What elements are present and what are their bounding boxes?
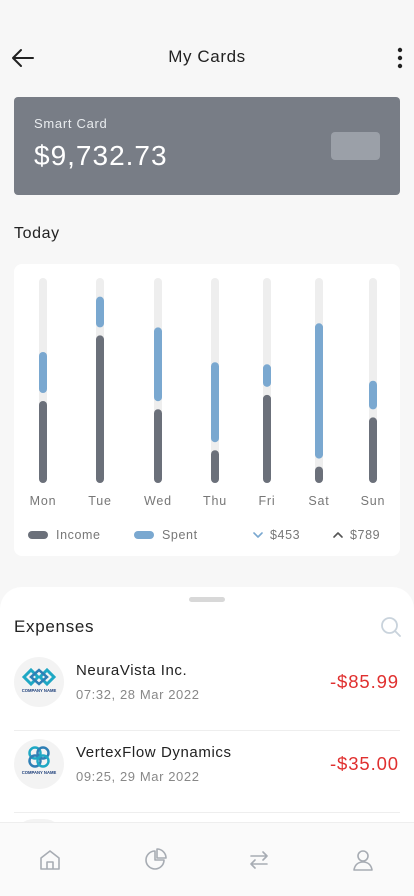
day-label: Mon [30,494,57,508]
day-label: Fri [259,494,276,508]
list-item[interactable]: COMPANY NAME VertexFlow Dynamics 09:25, … [0,731,414,813]
chevron-up-icon [333,532,343,538]
legend-income-label: Income [56,528,101,542]
weekly-chart-card: Mon Tue Wed Thu Fri Sat Sun Income Spent $453 [14,264,400,556]
income-bar [369,417,377,483]
logo-caption: COMPANY NAME [22,688,57,693]
more-vertical-icon [397,47,403,69]
legend-income: Income [28,528,101,542]
spent-bar [96,296,104,328]
expenses-heading: Expenses [14,617,95,636]
spent-bar [39,352,47,393]
tab-transfer[interactable] [246,847,272,873]
card-balance: $9,732.73 [34,140,168,171]
company-logo-icon: COMPANY NAME [22,746,57,775]
transaction-datetime: 07:32, 28 Mar 2022 [76,687,200,702]
chevron-down-icon [253,532,263,538]
smart-card[interactable]: Smart Card $9,732.73 [14,97,400,195]
legend-min-value: $453 [270,528,301,542]
income-bar [154,409,162,483]
transaction-datetime: 09:25, 29 Mar 2022 [76,769,200,784]
income-bar [263,394,271,483]
sheet-grabber[interactable] [189,597,225,602]
day-label: Tue [88,494,111,508]
day-label: Thu [203,494,227,508]
user-icon [353,850,373,871]
pie-chart-icon [145,848,167,870]
day-label: Wed [144,494,172,508]
today-heading: Today [14,225,60,242]
spent-bar [263,364,271,387]
weekly-bar-chart: Mon Tue Wed Thu Fri Sat Sun [30,278,386,508]
company-logo-icon: COMPANY NAME [22,667,57,693]
day-label: Sat [308,494,329,508]
tab-profile[interactable] [350,847,376,873]
card-chip-icon [331,132,380,160]
divider [14,812,400,813]
tab-statistics[interactable] [142,847,168,873]
legend-spent: Spent [134,528,198,542]
company-logo: COMPANY NAME [14,657,64,707]
spent-bar [369,380,377,410]
transaction-name: VertexFlow Dynamics [76,744,232,761]
home-icon [40,850,60,870]
search-icon [381,617,401,637]
page-title: My Cards [168,47,246,66]
transaction-amount: -$35.00 [329,753,399,774]
income-swatch [28,531,48,539]
spent-bar [315,323,323,459]
transfer-icon [250,851,268,869]
spent-bar [211,362,219,443]
tab-home[interactable] [37,847,63,873]
legend-spent-label: Spent [162,528,198,542]
logo-caption: COMPANY NAME [22,770,57,775]
transaction-amount: -$85.99 [329,671,399,692]
list-item[interactable]: COMPANY NAME NeuraVista Inc. 07:32, 28 M… [0,649,414,731]
transaction-name: NeuraVista Inc. [76,662,188,679]
chart-legend: Income Spent $453 $789 [14,526,400,546]
income-bar [39,401,47,483]
my-cards-screen: My Cards Smart Card $9,732.73 Today Mon T… [0,0,414,896]
legend-max-value: $789 [350,528,381,542]
income-bar [211,450,219,483]
income-bar [96,335,104,483]
more-options-button[interactable] [392,44,408,72]
company-logo: COMPANY NAME [14,739,64,789]
card-label: Smart Card [34,116,108,131]
tab-bar [0,822,414,896]
spent-bar [154,327,162,402]
day-label: Sun [361,494,386,508]
legend-min: $453 [252,528,300,542]
spent-swatch [134,531,154,539]
income-bar [315,466,323,483]
legend-max: $789 [332,528,380,542]
search-button[interactable] [380,616,402,638]
